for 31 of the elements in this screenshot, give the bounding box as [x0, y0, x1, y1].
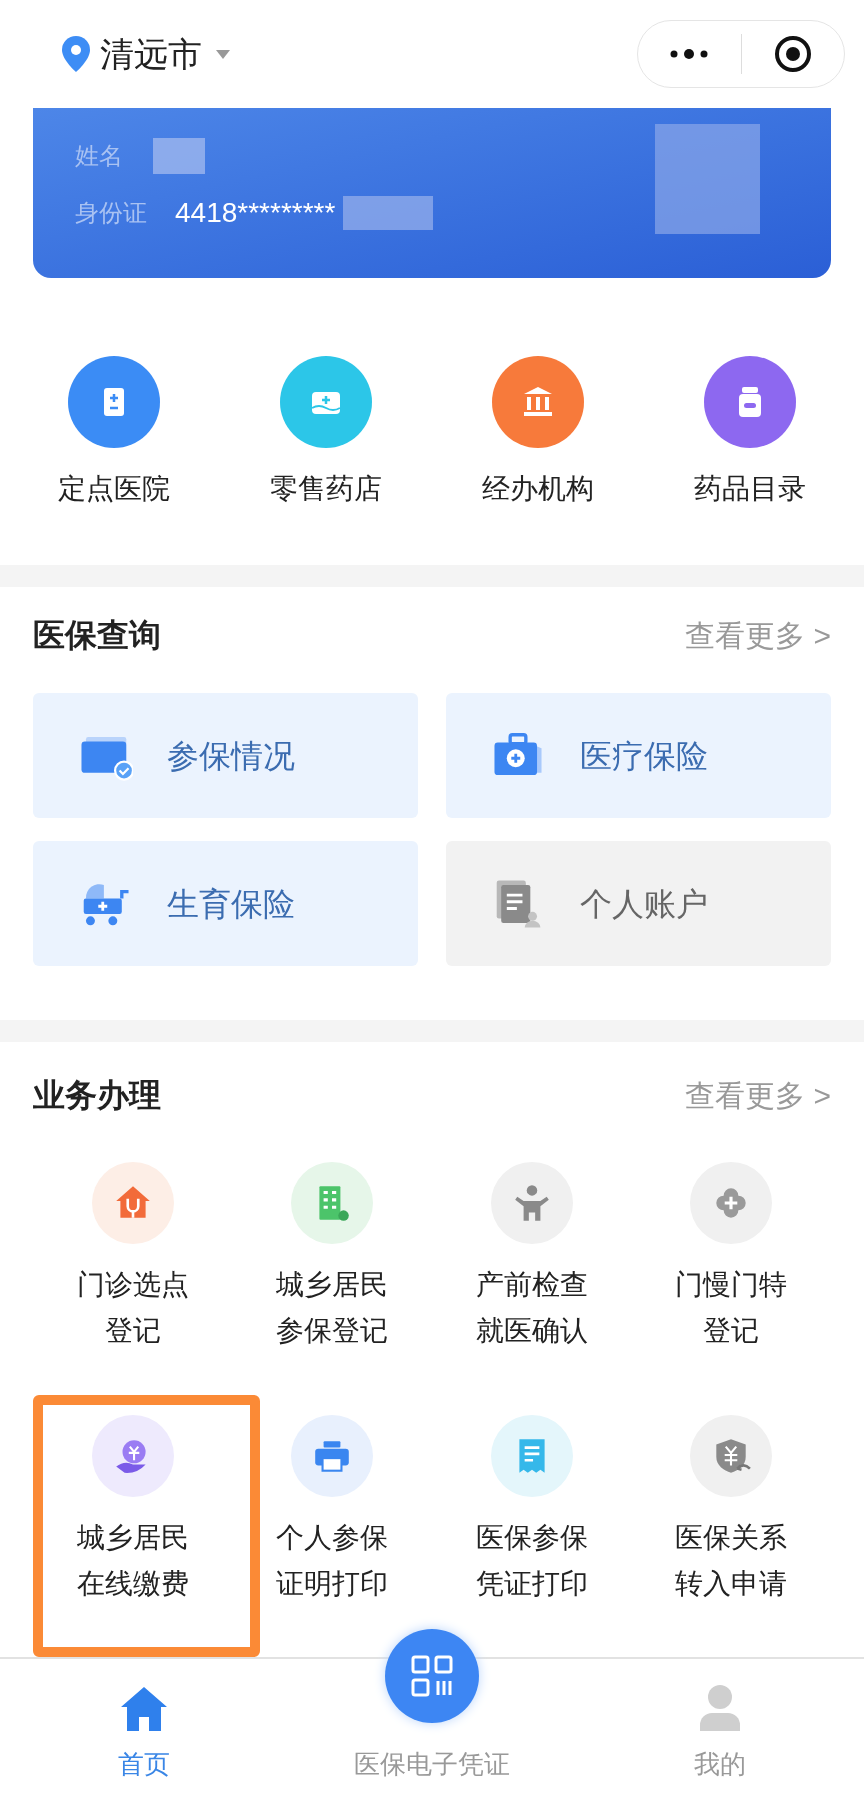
shortcut-label[interactable]: 药品目录 — [694, 468, 806, 510]
dropdown-caret-icon[interactable] — [216, 49, 230, 59]
qr-code-button[interactable] — [385, 1629, 479, 1723]
person-icon — [700, 1685, 740, 1731]
city-selector[interactable]: 清远市 — [100, 37, 202, 71]
shortcut-label[interactable]: 经办机构 — [482, 468, 594, 510]
service-label[interactable]: 个人参保 证明打印 — [276, 1515, 389, 1607]
target-icon — [773, 35, 812, 73]
query-tile[interactable]: 生育保险 — [33, 841, 418, 966]
section-title: 业务办理 — [33, 1076, 161, 1115]
location-pin-icon — [62, 36, 90, 72]
tab-item[interactable]: 首页 — [0, 1659, 288, 1804]
service-label[interactable]: 产前检查 就医确认 — [475, 1262, 588, 1354]
name-label: 姓名 — [75, 141, 123, 171]
redaction-block — [153, 138, 205, 174]
shortcut-label[interactable]: 定点医院 — [58, 468, 170, 510]
section-title: 医保查询 — [33, 616, 161, 655]
service-label[interactable]: 门诊选点 登记 — [76, 1262, 189, 1354]
service-label[interactable]: 城乡居民 参保登记 — [276, 1262, 389, 1354]
service-label[interactable]: 城乡居民 在线缴费 — [76, 1515, 189, 1607]
query-tile[interactable]: 医疗保险 — [446, 693, 831, 818]
service-label[interactable]: 医保关系 转入申请 — [675, 1515, 788, 1607]
more-icon — [669, 49, 710, 59]
service-label[interactable]: 医保参保 凭证打印 — [475, 1515, 588, 1607]
query-tile[interactable]: 参保情况 — [33, 693, 418, 818]
id-label: 身份证 — [75, 198, 147, 228]
qr-code-icon — [411, 1655, 453, 1697]
id-number: 4418********* — [175, 196, 336, 230]
home-icon — [121, 1687, 167, 1731]
shortcut-label[interactable]: 零售药店 — [270, 468, 382, 510]
service-label[interactable]: 门慢门特 登记 — [675, 1262, 788, 1354]
